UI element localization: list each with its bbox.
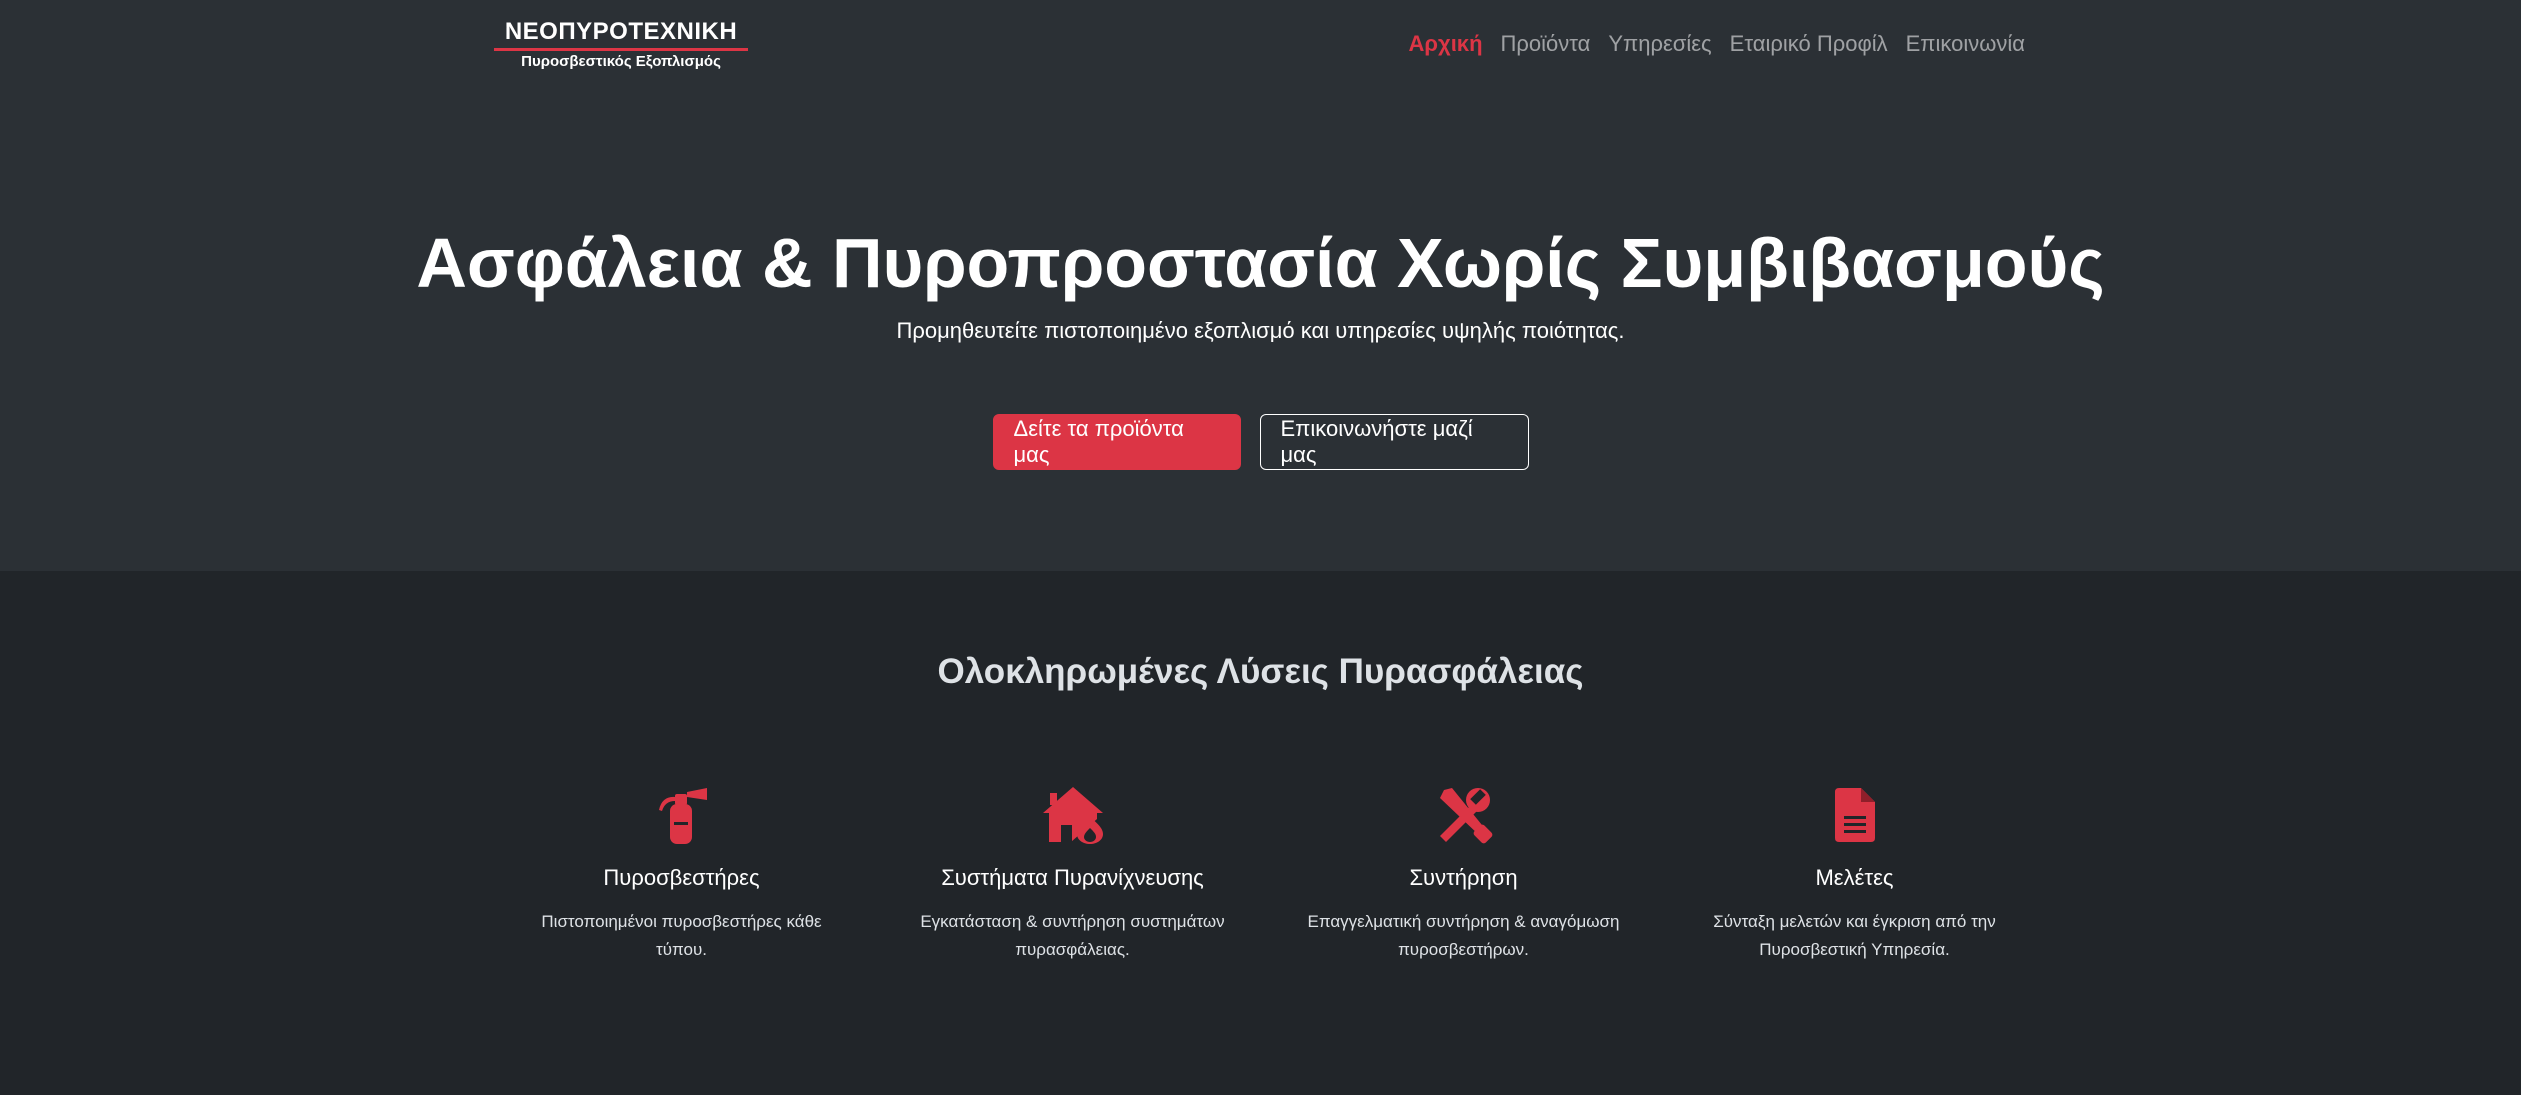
nav-item-services[interactable]: Υπηρεσίες	[1599, 29, 1720, 59]
file-document-icon	[1834, 788, 1875, 842]
view-products-button[interactable]: Δείτε τα προϊόντα μας	[992, 414, 1241, 470]
features-row: Πυροσβεστήρες Πιστοποιημένοι πυροσβεστήρ…	[486, 780, 2050, 964]
nav-item-products[interactable]: Προϊόντα	[1492, 29, 1600, 59]
feature-title: Συστήματα Πυρανίχνευσης	[941, 865, 1204, 890]
brand-name: ΝΕΟΠΥΡΟΤΕΧΝΙΚΗ	[494, 18, 748, 51]
brand-logo[interactable]: ΝΕΟΠΥΡΟΤΕΧΝΙΚΗ Πυροσβεστικός Εξοπλισμός	[494, 18, 748, 72]
feature-description: Σύνταξη μελετών και έγκριση από την Πυρο…	[1713, 912, 1996, 959]
solutions-title: Ολοκληρωμένες Λύσεις Πυρασφάλειας	[937, 652, 1584, 691]
feature-card-detection-systems: Συστήματα Πυρανίχνευσης Εγκατάσταση & συ…	[877, 780, 1268, 964]
contact-us-button[interactable]: Επικοινωνήστε μαζί μας	[1259, 414, 1529, 470]
feature-card-maintenance: Συντήρηση Επαγγελματική συντήρηση & αναγ…	[1268, 780, 1659, 964]
feature-title: Πυροσβεστήρες	[603, 865, 760, 890]
feature-description: Εγκατάσταση & συντήρηση συστημάτων πυρασ…	[920, 912, 1225, 959]
nav-item-home[interactable]: Αρχική	[1400, 29, 1492, 59]
feature-card-extinguishers: Πυροσβεστήρες Πιστοποιημένοι πυροσβεστήρ…	[486, 780, 877, 964]
main-nav: Αρχική Προϊόντα Υπηρεσίες Εταιρικό Προφί…	[1400, 29, 2025, 59]
feature-title: Συντήρηση	[1409, 865, 1518, 890]
nav-item-contact[interactable]: Επικοινωνία	[1897, 29, 2025, 59]
fire-extinguisher-icon	[658, 788, 707, 844]
hero-buttons: Δείτε τα προϊόντα μας Επικοινωνήστε μαζί…	[0, 414, 2521, 470]
tools-icon	[1439, 788, 1492, 844]
nav-item-company-profile[interactable]: Εταιρικό Προφίλ	[1721, 29, 1897, 59]
feature-title: Μελέτες	[1815, 865, 1894, 890]
hero-title: Ασφάλεια & Πυροπροστασία Χωρίς Συμβιβασμ…	[416, 224, 2105, 302]
hero-section: ΝΕΟΠΥΡΟΤΕΧΝΙΚΗ Πυροσβεστικός Εξοπλισμός …	[0, 0, 2521, 571]
house-fire-icon	[1042, 787, 1103, 844]
brand-tagline: Πυροσβεστικός Εξοπλισμός	[521, 53, 721, 70]
feature-description: Επαγγελματική συντήρηση & αναγόμωση πυρο…	[1307, 912, 1620, 959]
feature-card-studies: Μελέτες Σύνταξη μελετών και έγκριση από …	[1659, 780, 2050, 964]
feature-description: Πιστοποιημένοι πυροσβεστήρες κάθε τύπου.	[541, 912, 822, 959]
hero-subtitle: Προμηθευτείτε πιστοποιημένο εξοπλισμό κα…	[896, 318, 1625, 343]
